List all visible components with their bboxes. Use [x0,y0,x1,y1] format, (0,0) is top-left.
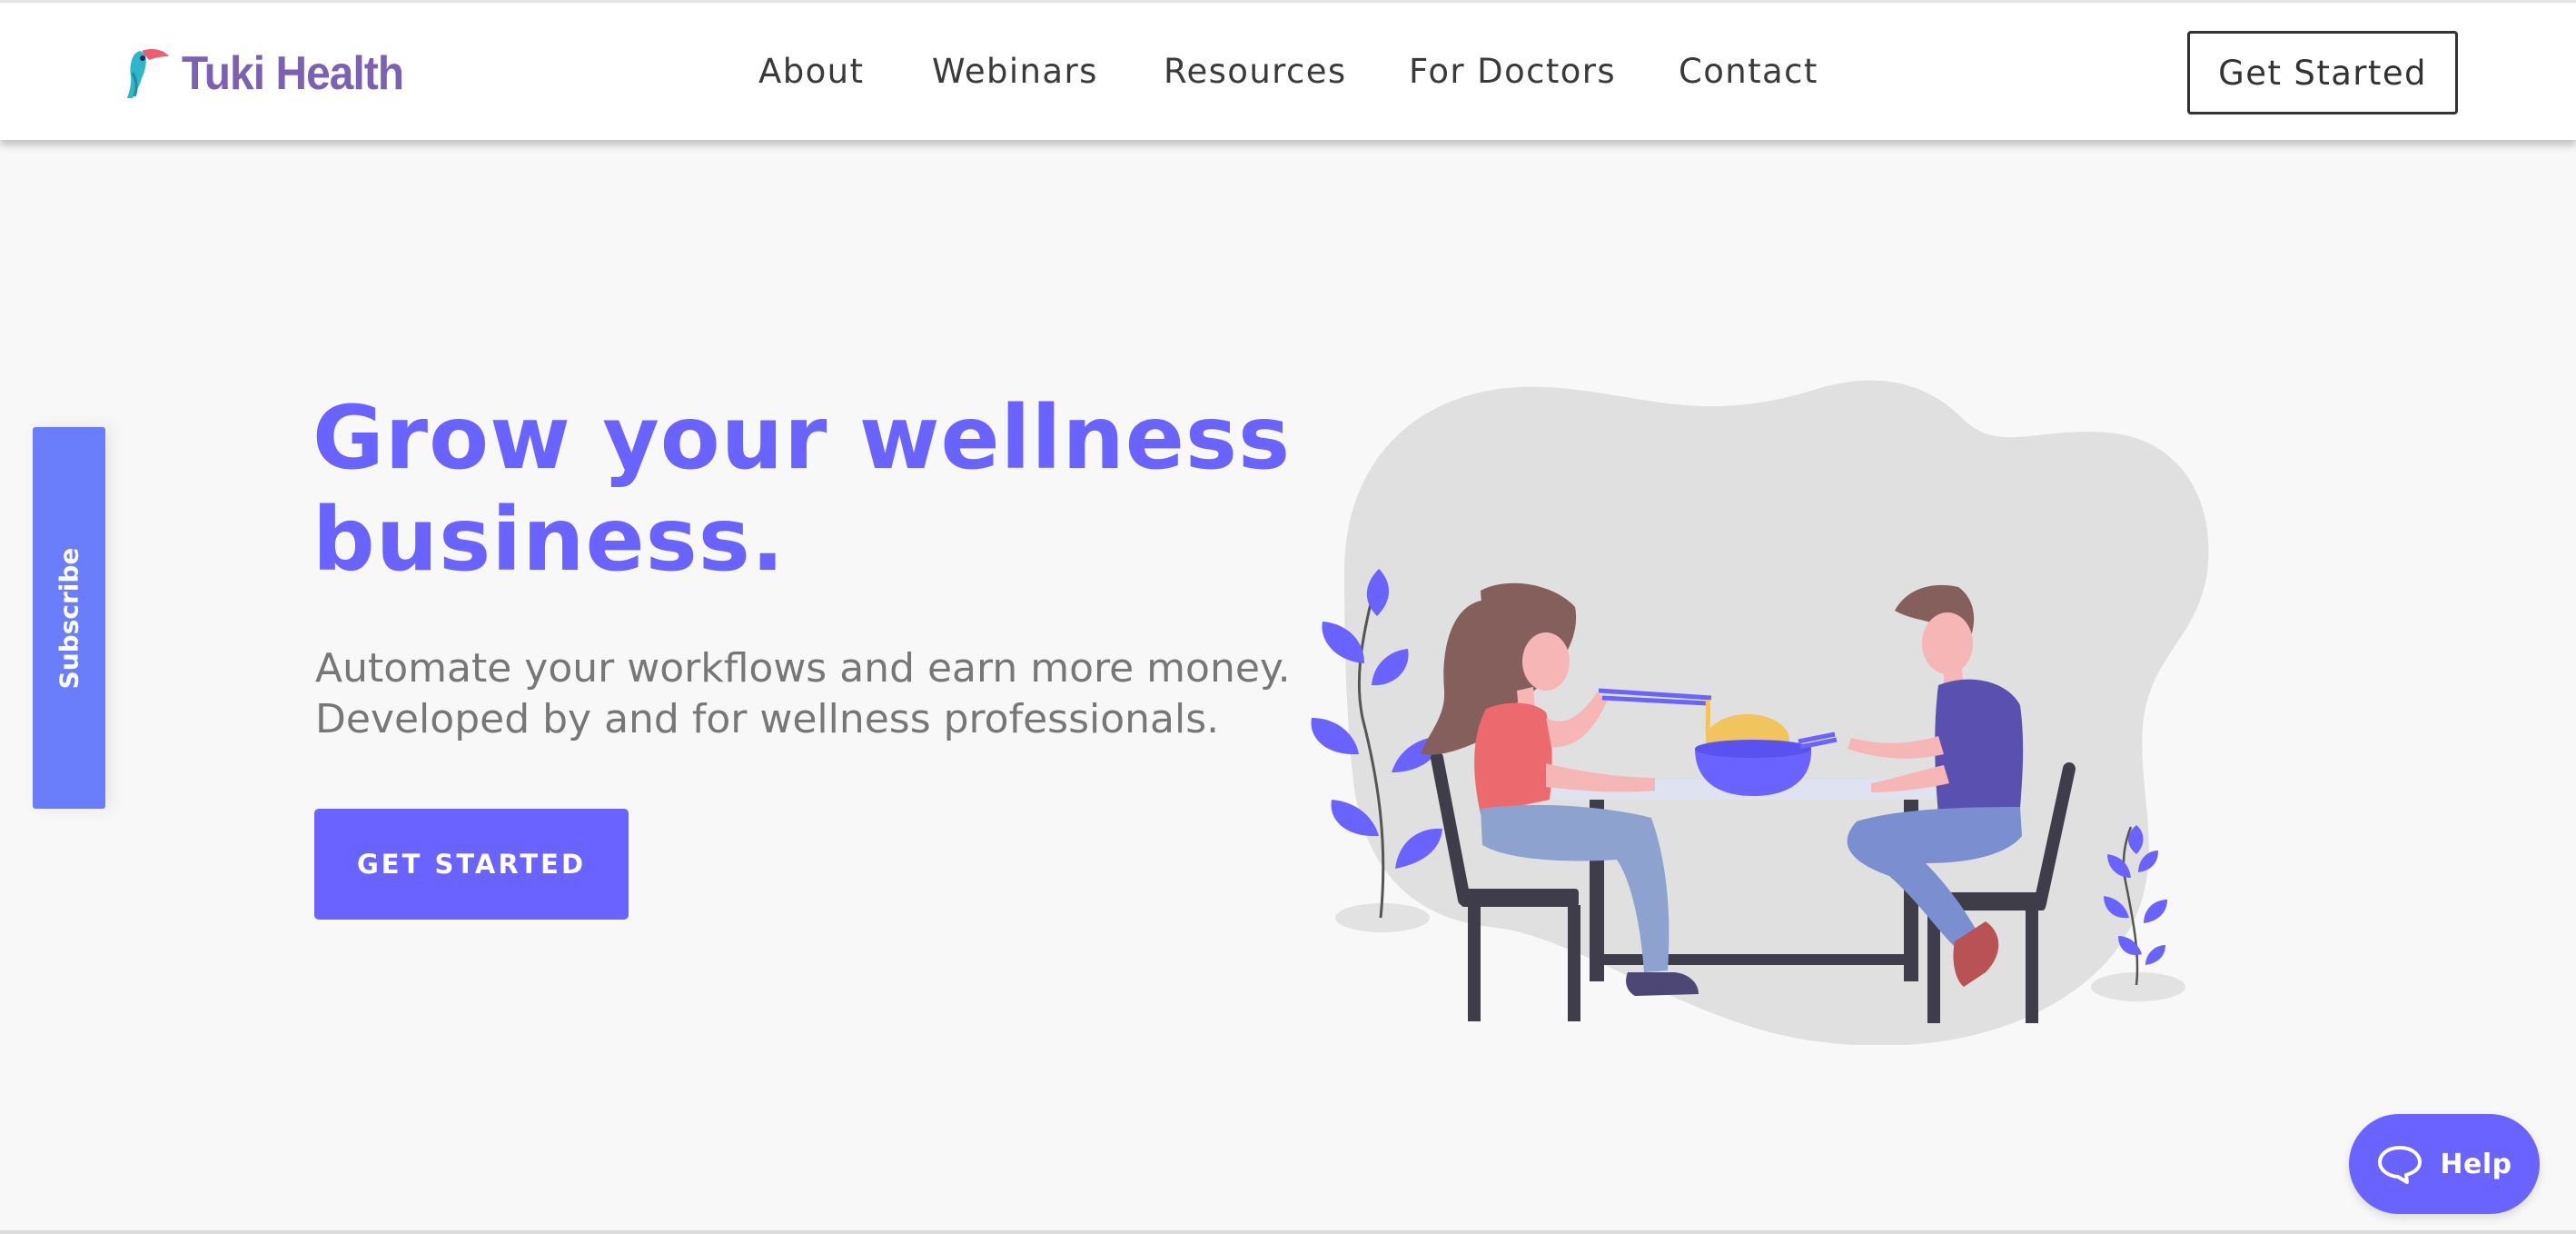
subscribe-label: Subscribe [54,547,84,689]
hero-get-started-button[interactable]: GET STARTED [314,809,629,920]
help-widget-button[interactable]: Help [2349,1114,2540,1214]
nav-about[interactable]: About [758,52,864,91]
chat-bubble-icon [2378,1146,2422,1184]
help-label: Help [2440,1148,2512,1180]
brand-logo[interactable]: Tuki Health [124,43,422,104]
site-header: Tuki Health About Webinars Resources For… [0,0,2576,140]
hero-title-line-2: business. [312,489,786,591]
hero-title: Grow your wellness business. [312,387,1312,591]
couple-eating-noodles-illustration [1311,380,2209,1045]
hero-subtitle: Automate your workflows and earn more mo… [315,643,1314,745]
nav-resources[interactable]: Resources [1164,52,1347,91]
toucan-logo-icon [127,49,169,98]
page-bottom-divider [0,1230,2576,1234]
nav-contact[interactable]: Contact [1679,52,1818,91]
nav-for-doctors[interactable]: For Doctors [1409,52,1616,91]
hero-subtitle-line-1: Automate your workflows and earn more mo… [315,645,1291,692]
hero-title-line-1: Grow your wellness [312,387,1292,489]
brand-name: Tuki Health [182,47,404,100]
nav-webinars[interactable]: Webinars [932,52,1098,91]
hero-subtitle-line-2: Developed by and for wellness profession… [315,696,1220,742]
header-get-started-button[interactable]: Get Started [2187,31,2458,114]
subscribe-tab[interactable]: Subscribe [33,427,105,809]
